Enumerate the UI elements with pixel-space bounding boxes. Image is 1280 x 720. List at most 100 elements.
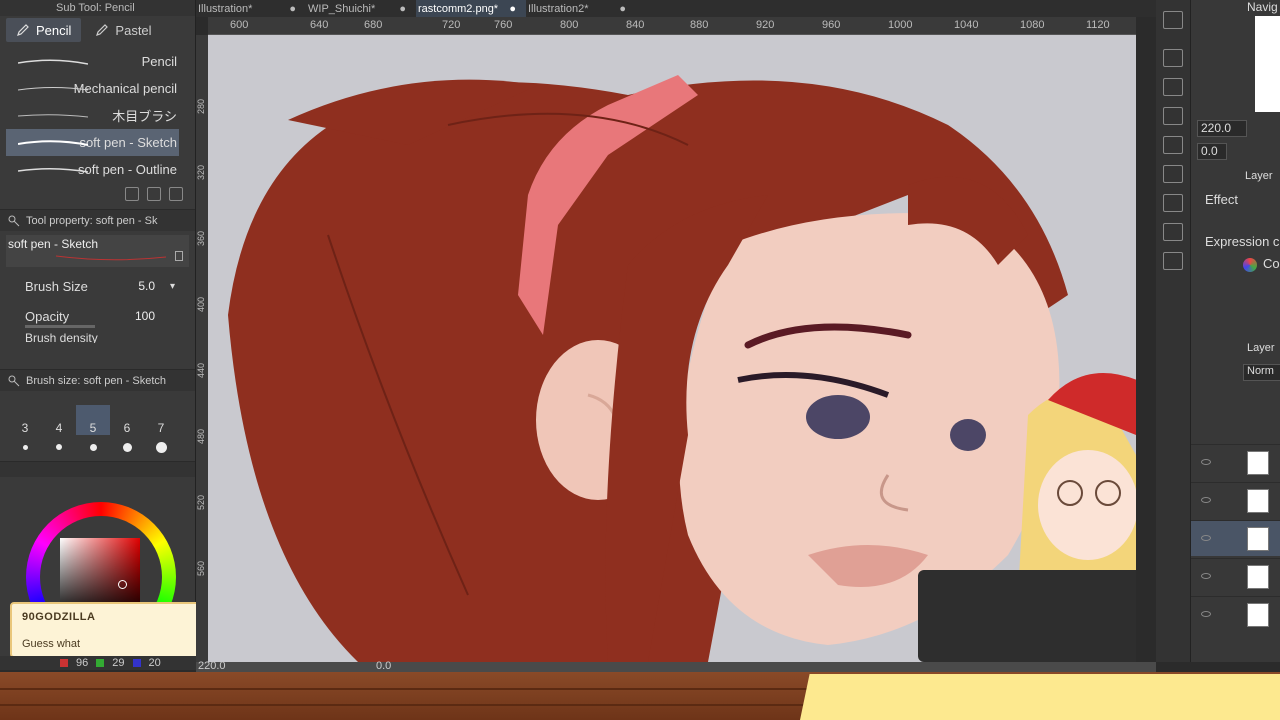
brush-item-soft-pen-outline[interactable]: soft pen - Outline: [0, 156, 195, 183]
status-angle[interactable]: 0.0: [376, 660, 391, 672]
pastel-icon: [96, 24, 109, 36]
eye-icon[interactable]: [1201, 459, 1211, 465]
ruler-tick: 520: [196, 495, 206, 511]
navigator-preview[interactable]: [1255, 16, 1280, 112]
brush-stroke-preview: [18, 167, 88, 173]
expression-color-option[interactable]: Color: [1263, 256, 1280, 271]
brush-size-option[interactable]: 4: [42, 405, 76, 435]
table-icon[interactable]: [1163, 223, 1183, 241]
tab-pencil[interactable]: Pencil: [6, 18, 82, 42]
eye-iris-far: [950, 419, 986, 451]
size-label: 6: [123, 421, 131, 435]
brush-item-soft-pen-sketch[interactable]: soft pen - Sketch: [6, 129, 179, 156]
drawing-canvas[interactable]: [208, 35, 1136, 662]
close-icon[interactable]: ●: [509, 3, 516, 15]
blend-mode-select[interactable]: Norm: [1243, 364, 1280, 381]
table-icon[interactable]: [1163, 252, 1183, 270]
eye-icon[interactable]: [1201, 535, 1211, 541]
layer-row[interactable]: [1191, 596, 1280, 632]
brush-density-row[interactable]: Brush density: [0, 331, 195, 343]
brush-size-value[interactable]: 5.0: [138, 279, 155, 293]
brush-label: soft pen - Outline: [78, 162, 177, 177]
app-window: Sub Tool: Pencil Pencil Pastel Pencil Me…: [0, 0, 1280, 720]
avatar-laptop: [918, 570, 1136, 662]
eye-icon[interactable]: [1201, 497, 1211, 503]
ruler-tick: 440: [196, 363, 206, 379]
copy-icon[interactable]: [1163, 78, 1183, 96]
brush-size-option[interactable]: 6: [110, 405, 144, 435]
search-icon[interactable]: [1163, 11, 1183, 29]
close-panel-icon[interactable]: [1163, 49, 1183, 67]
create-icon[interactable]: [147, 187, 161, 201]
zoom-input[interactable]: 220.0: [1197, 120, 1247, 137]
grid-icon[interactable]: [1163, 136, 1183, 154]
tab-pastel[interactable]: Pastel: [85, 18, 161, 42]
size-dot[interactable]: [56, 444, 62, 450]
lock-icon[interactable]: [175, 251, 183, 261]
layer-row[interactable]: [1191, 482, 1280, 518]
copy-icon[interactable]: [125, 187, 139, 201]
layer-panel-icon[interactable]: [1163, 165, 1183, 183]
brush-stroke-preview: [18, 58, 88, 65]
angle-input[interactable]: 0.0: [1197, 143, 1227, 160]
close-icon[interactable]: ●: [619, 3, 626, 15]
close-icon[interactable]: ●: [399, 3, 406, 15]
opacity-slider[interactable]: [25, 325, 95, 328]
brush-size-dots: [0, 435, 195, 459]
ruler-tick: 840: [626, 19, 645, 31]
green-value: 29: [112, 657, 125, 669]
layer-thumbnail: [1247, 565, 1269, 589]
close-panel-icon[interactable]: [1163, 107, 1183, 125]
ruler-tick: 560: [196, 561, 206, 577]
brush-label: soft pen - Sketch: [79, 135, 177, 150]
brush-list: Pencil Mechanical pencil 木目ブラシ soft pen …: [0, 48, 195, 183]
brush-item-mechanical-pencil[interactable]: Mechanical pencil: [0, 75, 195, 102]
brush-item-pencil[interactable]: Pencil: [0, 48, 195, 75]
size-dot[interactable]: [22, 444, 28, 450]
size-label: 5: [89, 421, 97, 435]
eye-icon[interactable]: [1201, 611, 1211, 617]
effect-label: Effect: [1205, 192, 1239, 207]
color-picker-handle[interactable]: [118, 580, 127, 589]
brush-item-wood-grain[interactable]: 木目ブラシ: [0, 102, 195, 129]
tool-property-header: Tool property: soft pen - Sk: [0, 209, 195, 231]
doc-tab-rastcomm2[interactable]: rastcomm2.png* ●: [416, 0, 526, 17]
doc-tab-label: rastcomm2.png*: [418, 2, 499, 15]
layer-thumbnail: [1247, 603, 1269, 627]
doc-tab-label: Illustration2*: [528, 2, 589, 15]
brush-preset-preview[interactable]: soft pen - Sketch: [6, 235, 189, 267]
delete-icon[interactable]: [169, 187, 183, 201]
brush-stroke-preview: [18, 86, 88, 90]
layer-row[interactable]: [1191, 444, 1280, 480]
layer-panel-title: Layer: [1247, 342, 1275, 354]
brush-density-label: Brush density: [25, 331, 98, 343]
red-swatch-icon: [60, 659, 68, 667]
doc-tab-label: Illustration*: [198, 2, 253, 15]
brush-size-stepper-icon[interactable]: ▾: [170, 281, 175, 292]
size-dot[interactable]: [155, 441, 167, 453]
status-zoom[interactable]: 220.0: [198, 660, 226, 672]
size-dot[interactable]: [122, 442, 132, 452]
layer-row[interactable]: [1191, 558, 1280, 594]
doc-tab-illustration[interactable]: Illustration* ●: [196, 0, 306, 17]
tab-label: Pastel: [115, 22, 152, 38]
eye-icon[interactable]: [1201, 573, 1211, 579]
wrench-icon: [8, 375, 20, 386]
size-dot[interactable]: [89, 443, 97, 451]
brush-size-option[interactable]: 7: [144, 405, 178, 435]
brush-size-label: Brush Size: [25, 278, 88, 294]
close-icon[interactable]: ●: [289, 3, 296, 15]
brush-size-option[interactable]: 3: [8, 405, 42, 435]
brush-size-grid: 3 4 5 6 7: [0, 405, 195, 435]
right-panel: Navig 220.0 0.0 Layer Effect Expression …: [1190, 0, 1280, 662]
table-icon[interactable]: [1163, 194, 1183, 212]
brush-size-option-selected[interactable]: 5: [76, 405, 110, 435]
opacity-row[interactable]: Opacity 100: [0, 301, 195, 331]
brush-size-row[interactable]: Brush Size 5.0 ▾: [0, 271, 195, 301]
doc-tab-illustration2[interactable]: Illustration2* ●: [526, 0, 636, 17]
doc-tab-wip-shuichi[interactable]: WIP_Shuichi* ●: [306, 0, 416, 17]
layer-row-selected[interactable]: [1191, 520, 1280, 556]
ruler-tick: 320: [196, 165, 206, 181]
stream-overlay-floor: [0, 672, 1280, 720]
opacity-value[interactable]: 100: [135, 309, 155, 323]
